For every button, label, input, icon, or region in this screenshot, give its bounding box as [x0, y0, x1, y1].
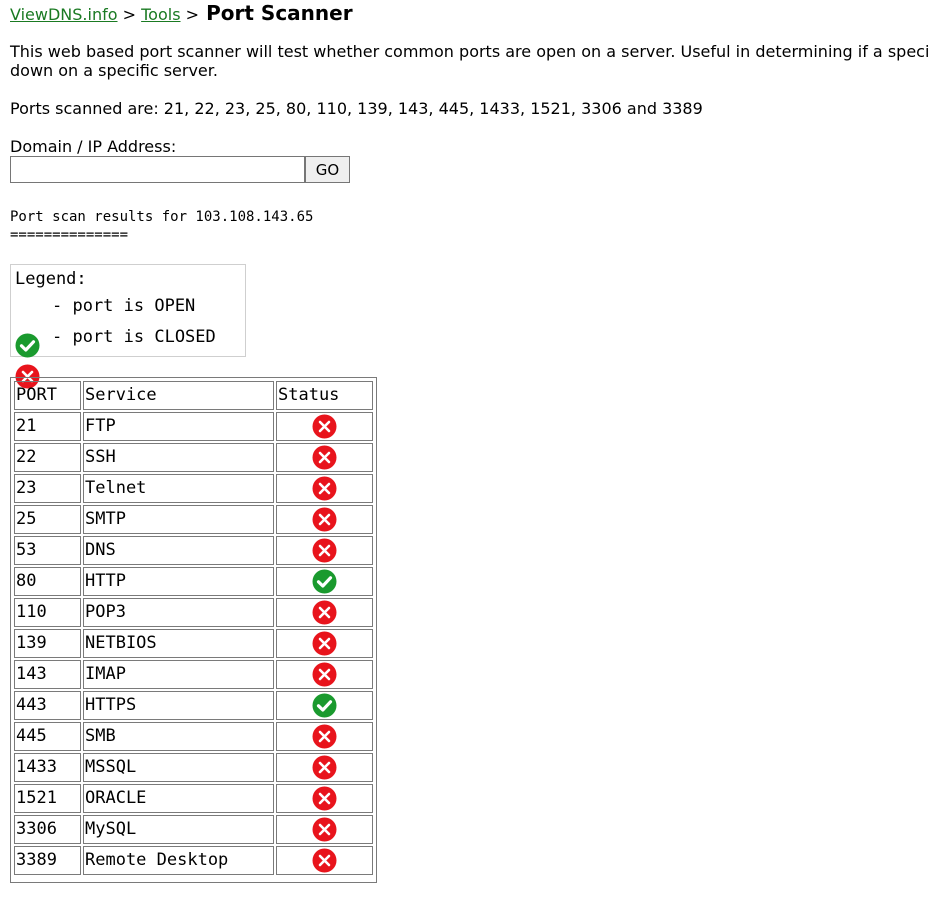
- results-heading-underline: ==============: [10, 227, 129, 243]
- ports-scanned-text: Ports scanned are: 21, 22, 23, 25, 80, 1…: [10, 99, 703, 118]
- table-row: 22 SSH: [14, 443, 373, 472]
- legend-closed-text: - port is CLOSED: [52, 327, 216, 347]
- service-cell: HTTPS: [83, 691, 274, 720]
- x-circle-icon: [312, 817, 337, 842]
- breadcrumb-home-link[interactable]: ViewDNS.info: [10, 5, 118, 24]
- breadcrumb-separator: >: [185, 5, 200, 24]
- port-cell: 80: [14, 567, 81, 596]
- status-cell: [276, 784, 373, 813]
- port-cell: 443: [14, 691, 81, 720]
- port-results-table: PORT Service Status 21 FTP 22 SSH 23 Telnet 25…: [10, 377, 377, 883]
- table-row: 3389 Remote Desktop: [14, 846, 373, 875]
- table-row: 139 NETBIOS: [14, 629, 373, 658]
- table-body: 21 FTP 22 SSH 23 Telnet 25 SMTP 53 DNS 80 HTTP 110 PO…: [14, 412, 373, 875]
- service-cell: DNS: [83, 536, 274, 565]
- service-cell: SMTP: [83, 505, 274, 534]
- service-cell: NETBIOS: [83, 629, 274, 658]
- service-cell: Telnet: [83, 474, 274, 503]
- service-cell: FTP: [83, 412, 274, 441]
- legend-open-text: - port is OPEN: [52, 296, 196, 316]
- status-cell: [276, 815, 373, 844]
- x-circle-icon: [312, 538, 337, 563]
- legend-title: Legend:: [15, 269, 87, 289]
- port-cell: 1521: [14, 784, 81, 813]
- breadcrumb-tools-link[interactable]: Tools: [141, 5, 180, 24]
- table-row: 23 Telnet: [14, 474, 373, 503]
- column-header-port: PORT: [14, 381, 81, 410]
- port-cell: 23: [14, 474, 81, 503]
- x-circle-icon: [312, 662, 337, 687]
- check-circle-icon: [312, 569, 337, 594]
- service-cell: MySQL: [83, 815, 274, 844]
- port-cell: 110: [14, 598, 81, 627]
- status-cell: [276, 474, 373, 503]
- service-cell: IMAP: [83, 660, 274, 689]
- domain-ip-input[interactable]: [10, 156, 305, 183]
- legend-box: Legend: - port is OPEN - port is CLOSED: [10, 264, 246, 389]
- port-cell: 25: [14, 505, 81, 534]
- page-description: This web based port scanner will test wh…: [10, 42, 930, 80]
- table-row: 1433 MSSQL: [14, 753, 373, 782]
- status-cell: [276, 753, 373, 782]
- breadcrumb: ViewDNS.info > Tools > Port Scanner: [10, 1, 353, 25]
- service-cell: MSSQL: [83, 753, 274, 782]
- service-cell: ORACLE: [83, 784, 274, 813]
- status-cell: [276, 660, 373, 689]
- status-cell: [276, 567, 373, 596]
- table-row: 445 SMB: [14, 722, 373, 751]
- port-cell: 53: [14, 536, 81, 565]
- service-cell: Remote Desktop: [83, 846, 274, 875]
- status-cell: [276, 629, 373, 658]
- x-circle-icon: [312, 507, 337, 532]
- status-cell: [276, 722, 373, 751]
- domain-field-label: Domain / IP Address:: [10, 137, 177, 156]
- port-cell: 3389: [14, 846, 81, 875]
- x-circle-icon: [312, 755, 337, 780]
- table-header-row: PORT Service Status: [14, 381, 373, 410]
- table-row: 25 SMTP: [14, 505, 373, 534]
- x-circle-icon: [312, 600, 337, 625]
- x-circle-icon: [312, 724, 337, 749]
- page-title: Port Scanner: [206, 1, 353, 25]
- table-row: 443 HTTPS: [14, 691, 373, 720]
- x-circle-icon: [312, 445, 337, 470]
- x-circle-icon: [312, 848, 337, 873]
- port-cell: 445: [14, 722, 81, 751]
- check-circle-icon: [312, 693, 337, 718]
- port-cell: 143: [14, 660, 81, 689]
- port-cell: 21: [14, 412, 81, 441]
- x-circle-icon: [312, 786, 337, 811]
- x-circle-icon: [312, 631, 337, 656]
- table-row: 21 FTP: [14, 412, 373, 441]
- column-header-status: Status: [276, 381, 373, 410]
- table-row: 53 DNS: [14, 536, 373, 565]
- service-cell: HTTP: [83, 567, 274, 596]
- port-cell: 139: [14, 629, 81, 658]
- results-heading: Port scan results for 103.108.143.65 ===…: [10, 208, 313, 244]
- table-row: 80 HTTP: [14, 567, 373, 596]
- port-cell: 1433: [14, 753, 81, 782]
- status-cell: [276, 536, 373, 565]
- status-cell: [276, 443, 373, 472]
- status-cell: [276, 505, 373, 534]
- status-cell: [276, 598, 373, 627]
- status-cell: [276, 691, 373, 720]
- breadcrumb-separator: >: [122, 5, 137, 24]
- x-circle-icon: [312, 476, 337, 501]
- go-button[interactable]: GO: [305, 156, 350, 183]
- table-row: 110 POP3: [14, 598, 373, 627]
- table-row: 3306 MySQL: [14, 815, 373, 844]
- port-cell: 22: [14, 443, 81, 472]
- column-header-service: Service: [83, 381, 274, 410]
- table-row: 1521 ORACLE: [14, 784, 373, 813]
- status-cell: [276, 412, 373, 441]
- status-cell: [276, 846, 373, 875]
- table-row: 143 IMAP: [14, 660, 373, 689]
- port-cell: 3306: [14, 815, 81, 844]
- service-cell: SMB: [83, 722, 274, 751]
- service-cell: SSH: [83, 443, 274, 472]
- results-heading-text: Port scan results for 103.108.143.65: [10, 209, 314, 225]
- x-circle-icon: [312, 414, 337, 439]
- service-cell: POP3: [83, 598, 274, 627]
